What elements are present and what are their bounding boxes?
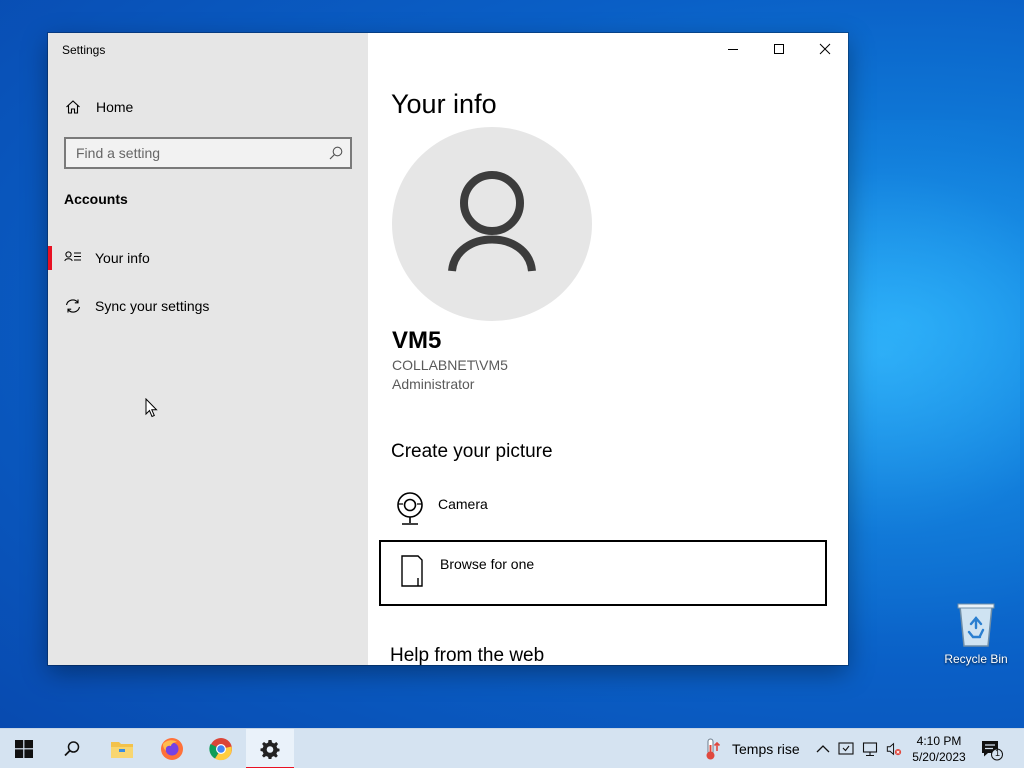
- thermometer-icon: [706, 738, 721, 760]
- clock-date: 5/20/2023: [912, 750, 966, 764]
- firefox-button[interactable]: [148, 729, 196, 768]
- user-name: VM5: [392, 327, 442, 354]
- chevron-up-icon[interactable]: [815, 741, 831, 757]
- maximize-button[interactable]: [756, 33, 802, 65]
- browse-option-label: Browse for one: [440, 556, 535, 572]
- search-taskbar-button[interactable]: [48, 729, 96, 768]
- nav-home[interactable]: Home: [48, 91, 368, 123]
- mouse-cursor-icon: [145, 398, 158, 418]
- network-icon[interactable]: [862, 741, 878, 757]
- recycle-bin-icon: [957, 603, 995, 647]
- user-avatar-icon: [448, 171, 536, 272]
- create-picture-heading: Create your picture: [391, 441, 553, 462]
- weather-widget[interactable]: Temps rise: [704, 729, 800, 768]
- gear-icon: [260, 740, 280, 759]
- nav-home-label: Home: [96, 99, 134, 115]
- close-button[interactable]: [802, 33, 848, 65]
- sidebar-item-your-info[interactable]: Your info: [48, 240, 368, 276]
- help-heading: Help from the web: [390, 645, 545, 665]
- sidebar-item-sync-settings[interactable]: Sync your settings: [48, 288, 368, 324]
- camera-option[interactable]: Camera: [379, 482, 827, 548]
- page-title: Your info: [391, 89, 497, 119]
- minimize-icon: [728, 49, 738, 50]
- firefox-icon: [161, 738, 183, 760]
- caption-buttons: [710, 33, 848, 65]
- person-list-icon: [64, 251, 81, 262]
- selection-indicator: [48, 246, 52, 270]
- security-center-icon[interactable]: [838, 741, 854, 757]
- section-accounts-heading: Accounts: [64, 191, 128, 207]
- recycle-bin-shortcut[interactable]: Recycle Bin: [940, 600, 1012, 666]
- start-button[interactable]: [0, 729, 48, 768]
- window-title: Settings: [62, 43, 106, 57]
- user-domain: COLLABNET\VM5: [392, 357, 508, 373]
- search-icon[interactable]: [328, 145, 344, 161]
- file-explorer-button[interactable]: [98, 729, 146, 768]
- sidebar-item-label: Sync your settings: [95, 298, 210, 314]
- folder-icon: [111, 742, 133, 758]
- main-content: Your info VM5 COLLABNET\VM5 Administrato…: [368, 33, 848, 665]
- close-icon: [819, 43, 831, 55]
- sidebar-item-label: Your info: [95, 250, 150, 266]
- search-box[interactable]: [64, 137, 352, 169]
- minimize-button[interactable]: [710, 33, 756, 65]
- system-clock[interactable]: 4:10 PM 5/20/2023: [910, 733, 968, 765]
- notification-count: 1: [994, 748, 1000, 758]
- clock-time: 4:10 PM: [916, 734, 962, 748]
- chrome-button[interactable]: [197, 729, 245, 768]
- taskbar: Temps rise 4:10 PM 5/20/2023 1: [0, 728, 1024, 768]
- search-input[interactable]: [66, 139, 322, 167]
- weather-text: Temps rise: [732, 741, 800, 757]
- volume-muted-icon[interactable]: [886, 741, 902, 757]
- windows-logo-icon: [15, 740, 33, 758]
- maximize-icon: [774, 44, 784, 54]
- avatar: [392, 127, 592, 321]
- camera-option-label: Camera: [438, 496, 488, 512]
- home-icon: [66, 100, 80, 114]
- camera-icon: [397, 492, 423, 525]
- browse-option[interactable]: Browse for one: [379, 540, 827, 606]
- search-icon: [64, 741, 80, 757]
- user-role: Administrator: [392, 376, 475, 392]
- file-icon: [401, 555, 423, 587]
- sync-icon: [65, 299, 81, 313]
- recycle-bin-label: Recycle Bin: [944, 652, 1008, 666]
- settings-window: Settings Home Accounts Your info: [48, 33, 848, 665]
- action-center-button[interactable]: 1: [980, 739, 1004, 761]
- chrome-icon: [209, 738, 232, 761]
- sidebar: Settings Home Accounts Your info: [48, 33, 368, 665]
- settings-taskbar-button[interactable]: [246, 729, 294, 768]
